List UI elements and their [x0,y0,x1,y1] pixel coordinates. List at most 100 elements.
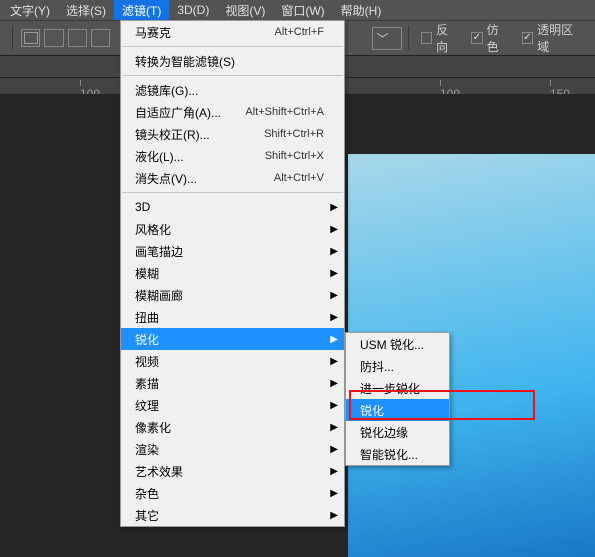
transparency-label: 透明区域 [537,21,583,55]
submenu-arrow-icon: ▶ [330,466,338,477]
filter-convert-smart[interactable]: 转换为智能滤镜(S) [121,50,344,72]
menu-shortcut: Alt+Ctrl+F [274,26,324,38]
filter-liquify[interactable]: 液化(L)...Shift+Ctrl+X [121,145,344,167]
menu-item-label: 模糊画廊 [135,287,324,304]
sharpen-submenu: USM 锐化... 防抖... 进一步锐化 锐化 锐化边缘 智能锐化... [345,332,450,466]
dither-label: 仿色 [487,21,510,55]
menu-shortcut: Shift+Ctrl+R [264,128,324,140]
submenu-arrow-icon: ▶ [330,510,338,521]
menu-item-label: 锐化 [360,402,429,419]
filter-adaptive-wide[interactable]: 自适应广角(A)...Alt+Shift+Ctrl+A [121,101,344,123]
submenu-arrow-icon: ▶ [330,488,338,499]
gradient-radial-icon[interactable] [44,29,63,47]
filter-3d[interactable]: 3D ▶ [121,196,344,218]
submenu-arrow-icon: ▶ [330,334,338,345]
menu-item-label: 扭曲 [135,309,324,326]
menu-separator [122,75,343,76]
filter-sharpen[interactable]: 锐化 ▶ [121,328,344,350]
mode-dropdown[interactable]: ﹀ [372,27,402,50]
checkbox-icon [522,32,534,44]
menu-item-label: 3D [135,200,324,214]
menu-item-label: 像素化 [135,419,324,436]
menu-shortcut: Alt+Ctrl+V [274,172,324,184]
filter-brush-strokes[interactable]: 画笔描边 ▶ [121,240,344,262]
menu-item-label: 转换为智能滤镜(S) [135,53,324,70]
submenu-arrow-icon: ▶ [330,246,338,257]
menubar: 文字(Y) 选择(S) 滤镜(T) 3D(D) 视图(V) 窗口(W) 帮助(H… [0,0,595,20]
menu-item-label: 滤镜库(G)... [135,82,324,99]
checkbox-icon [421,32,433,44]
menu-item-label: 锐化 [135,331,324,348]
filter-pixelate[interactable]: 像素化 ▶ [121,416,344,438]
sharpen-shake-reduction[interactable]: 防抖... [346,355,449,377]
dither-checkbox[interactable]: 仿色 [471,21,509,55]
checkbox-icon [471,32,483,44]
submenu-arrow-icon: ▶ [330,356,338,367]
filter-blur[interactable]: 模糊 ▶ [121,262,344,284]
filter-stylize[interactable]: 风格化 ▶ [121,218,344,240]
smart-sharpen[interactable]: 智能锐化... [346,443,449,465]
transparency-checkbox[interactable]: 透明区域 [522,21,584,55]
filter-noise[interactable]: 杂色 ▶ [121,482,344,504]
menu-item-label: 杂色 [135,485,324,502]
menu-view[interactable]: 视图(V) [217,0,273,21]
menu-item-label: 渲染 [135,441,324,458]
menu-item-label: 自适应广角(A)... [135,104,245,121]
reverse-checkbox[interactable]: 反向 [421,21,459,55]
filter-menu: 马赛克 Alt+Ctrl+F 转换为智能滤镜(S) 滤镜库(G)... 自适应广… [120,20,345,527]
menu-item-label: 画笔描边 [135,243,324,260]
menu-item-label: USM 锐化... [360,336,429,353]
chevron-down-icon: ﹀ [377,30,389,47]
menu-item-label: 镜头校正(R)... [135,126,264,143]
submenu-arrow-icon: ▶ [330,312,338,323]
submenu-arrow-icon: ▶ [330,400,338,411]
gradient-linear-icon[interactable] [21,29,40,47]
submenu-arrow-icon: ▶ [330,268,338,279]
gradient-reflected-icon[interactable] [91,29,110,47]
menu-item-label: 艺术效果 [135,463,324,480]
menu-separator [122,46,343,47]
filter-vanishing-point[interactable]: 消失点(V)...Alt+Ctrl+V [121,167,344,189]
filter-video[interactable]: 视频 ▶ [121,350,344,372]
sharpen-basic[interactable]: 锐化 [346,399,449,421]
sharpen-more[interactable]: 进一步锐化 [346,377,449,399]
menu-item-label: 马赛克 [135,24,274,41]
filter-gallery[interactable]: 滤镜库(G)... [121,79,344,101]
reverse-label: 反向 [436,21,459,55]
menu-shortcut: Shift+Ctrl+X [265,150,324,162]
filter-blur-gallery[interactable]: 模糊画廊 ▶ [121,284,344,306]
menu-3d[interactable]: 3D(D) [169,1,217,19]
submenu-arrow-icon: ▶ [330,422,338,433]
filter-render[interactable]: 渲染 ▶ [121,438,344,460]
filter-last[interactable]: 马赛克 Alt+Ctrl+F [121,21,344,43]
menu-item-label: 风格化 [135,221,324,238]
menu-text[interactable]: 文字(Y) [2,0,58,21]
filter-artistic[interactable]: 艺术效果 ▶ [121,460,344,482]
submenu-arrow-icon: ▶ [330,444,338,455]
menu-item-label: 模糊 [135,265,324,282]
menu-separator [122,192,343,193]
sharpen-edges[interactable]: 锐化边缘 [346,421,449,443]
filter-distort[interactable]: 扭曲 ▶ [121,306,344,328]
menu-help[interactable]: 帮助(H) [333,0,390,21]
filter-lens-correction[interactable]: 镜头校正(R)...Shift+Ctrl+R [121,123,344,145]
menu-filter[interactable]: 滤镜(T) [114,0,169,21]
menu-shortcut: Alt+Shift+Ctrl+A [245,106,324,118]
menu-item-label: 纹理 [135,397,324,414]
submenu-arrow-icon: ▶ [330,224,338,235]
menu-item-label: 锐化边缘 [360,424,429,441]
menu-item-label: 视频 [135,353,324,370]
menu-item-label: 智能锐化... [360,446,429,463]
filter-sketch[interactable]: 素描▶ [121,372,344,394]
sharpen-usm[interactable]: USM 锐化... [346,333,449,355]
submenu-arrow-icon: ▶ [330,290,338,301]
submenu-arrow-icon: ▶ [330,202,338,213]
menu-item-label: 液化(L)... [135,148,265,165]
menu-item-label: 消失点(V)... [135,170,274,187]
menu-window[interactable]: 窗口(W) [273,0,332,21]
menu-item-label: 其它 [135,507,324,524]
menu-select[interactable]: 选择(S) [58,0,114,21]
filter-other[interactable]: 其它 ▶ [121,504,344,526]
gradient-angle-icon[interactable] [68,29,87,47]
filter-texture[interactable]: 纹理 ▶ [121,394,344,416]
